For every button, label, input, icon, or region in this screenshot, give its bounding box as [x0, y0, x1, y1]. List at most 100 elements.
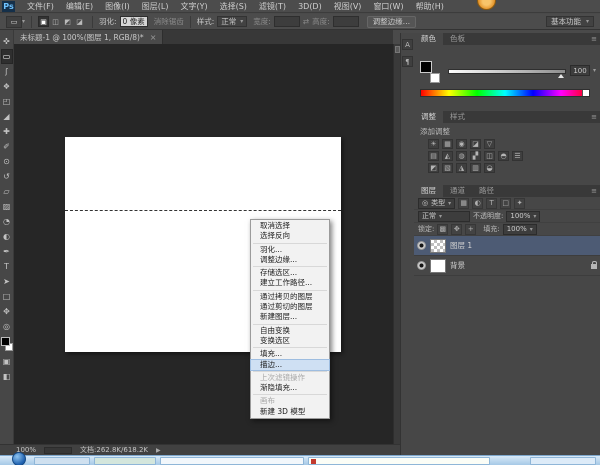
blend-mode-select[interactable]: 正常 ▾ [418, 211, 470, 222]
layer-filter-type-select[interactable]: ◎ 类型 ▾ [418, 198, 455, 209]
color-spectrum-ramp[interactable] [420, 89, 590, 97]
menu-filter[interactable]: 滤镜(T) [253, 0, 292, 13]
taskbar-button[interactable] [308, 457, 490, 465]
panel-menu-icon[interactable]: ≡ [591, 113, 597, 121]
menu-layer[interactable]: 图层(L) [136, 0, 175, 13]
menu-3d[interactable]: 3D(D) [292, 0, 328, 13]
tab-swatches[interactable]: 色板 [443, 33, 472, 45]
layer-thumbnail[interactable] [430, 239, 446, 253]
eyedropper-tool[interactable]: ◢ [1, 109, 13, 124]
screen-mode-button[interactable]: ◧ [1, 369, 13, 384]
context-item-new-layer[interactable]: 新建图层... [251, 312, 329, 322]
rectangle-tool[interactable]: □ [1, 289, 13, 304]
status-arrow-icon[interactable]: ▶ [156, 447, 161, 454]
document-tab[interactable]: 未标题-1 @ 100%(图层 1, RGB/8)* × [14, 30, 163, 44]
fill-input[interactable]: 100% ▾ [503, 224, 537, 235]
context-item-save-selection[interactable]: 存储选区... [251, 268, 329, 278]
layer-row-background[interactable]: 背景 [414, 256, 600, 276]
intersect-selection-mode-icon[interactable]: ◪ [74, 16, 85, 27]
curves-icon[interactable]: ◉ [456, 139, 467, 149]
tab-layers[interactable]: 图层 [414, 185, 443, 197]
refine-edge-button[interactable]: 调整边缘… [367, 16, 417, 28]
tab-paths[interactable]: 路径 [472, 185, 501, 197]
taskbar-button[interactable] [530, 457, 596, 465]
quick-mask-mode-button[interactable]: ▣ [1, 354, 13, 369]
color-balance-icon[interactable]: ◭ [442, 151, 453, 161]
start-button[interactable] [12, 452, 26, 465]
filter-smart-objects-icon[interactable]: ✦ [514, 198, 525, 209]
menu-view[interactable]: 视图(V) [328, 0, 368, 13]
subtract-selection-mode-icon[interactable]: ◩ [62, 16, 73, 27]
history-brush-tool[interactable]: ↺ [1, 169, 13, 184]
eraser-tool[interactable]: ▱ [1, 184, 13, 199]
channel-mixer-icon[interactable]: ◫ [484, 151, 495, 161]
menu-image[interactable]: 图像(I) [99, 0, 136, 13]
menu-file[interactable]: 文件(F) [21, 0, 60, 13]
new-selection-mode-icon[interactable]: ▣ [38, 16, 49, 27]
panel-menu-icon[interactable]: ≡ [591, 35, 597, 43]
exposure-icon[interactable]: ◪ [470, 139, 481, 149]
quick-selection-tool[interactable]: ❖ [1, 79, 13, 94]
black-white-icon[interactable]: ◍ [456, 151, 467, 161]
visibility-eye-icon[interactable] [417, 261, 426, 270]
tab-color[interactable]: 颜色 [414, 33, 443, 45]
context-item-fade-fill[interactable]: 渐隐填充... [251, 383, 329, 393]
context-item-free-transform[interactable]: 自由变换 [251, 326, 329, 336]
color-slider-handle-icon[interactable] [558, 74, 564, 78]
zoom-tool[interactable]: ◎ [1, 319, 13, 334]
context-item-layer-via-cut[interactable]: 通过剪切的图层 [251, 302, 329, 312]
menu-window[interactable]: 窗口(W) [367, 0, 409, 13]
anti-alias-checkbox[interactable]: 消除锯齿 [154, 16, 184, 27]
context-item-select-inverse[interactable]: 选择反向 [251, 231, 329, 241]
vibrance-icon[interactable]: ▽ [484, 139, 495, 149]
tool-preset-icon[interactable]: ▭ [6, 16, 22, 28]
color-lookup-icon[interactable]: ◓ [498, 151, 509, 161]
tab-styles[interactable]: 样式 [443, 111, 472, 123]
layer-name[interactable]: 背景 [450, 260, 465, 271]
filter-shape-layers-icon[interactable]: □ [500, 198, 511, 209]
taskbar-button[interactable] [34, 457, 90, 465]
threshold-icon[interactable]: ▧ [442, 163, 453, 173]
workspace-switcher[interactable]: 基本功能▾ [546, 16, 594, 27]
filter-pixel-layers-icon[interactable]: ▦ [458, 198, 469, 209]
swap-dimensions-icon[interactable]: ⇄ [303, 17, 309, 26]
brightness-contrast-icon[interactable]: ☀ [428, 139, 439, 149]
crop-tool[interactable]: ◰ [1, 94, 13, 109]
panel-menu-icon[interactable]: ≡ [591, 187, 597, 195]
taskbar-button[interactable] [94, 457, 156, 465]
dodge-tool[interactable]: ◐ [1, 229, 13, 244]
levels-icon[interactable]: ▦ [442, 139, 453, 149]
foreground-background-swatches[interactable] [1, 337, 13, 351]
gradient-tool[interactable]: ▨ [1, 199, 13, 214]
adjustment-extra-icon[interactable]: ◒ [484, 163, 495, 173]
healing-brush-tool[interactable]: ✚ [1, 124, 13, 139]
feather-input[interactable]: 0 像素 [120, 16, 148, 27]
brush-tool[interactable]: ✐ [1, 139, 13, 154]
context-item-feather[interactable]: 羽化... [251, 245, 329, 255]
background-color-swatch[interactable] [430, 73, 440, 83]
taskbar-button[interactable] [160, 457, 304, 465]
menu-type[interactable]: 文字(Y) [174, 0, 213, 13]
clone-stamp-tool[interactable]: ⊙ [1, 154, 13, 169]
visibility-eye-icon[interactable] [417, 241, 426, 250]
context-item-stroke[interactable]: 描边... [251, 360, 329, 370]
invert-icon[interactable]: ☰ [512, 151, 523, 161]
width-input[interactable] [274, 16, 300, 27]
menu-help[interactable]: 帮助(H) [410, 0, 450, 13]
lasso-tool[interactable]: ʃ [1, 64, 13, 79]
context-item-fill[interactable]: 填充... [251, 349, 329, 359]
opacity-input[interactable]: 100% ▾ [506, 211, 540, 222]
type-tool[interactable]: T [1, 259, 13, 274]
foreground-color-swatch[interactable] [420, 61, 432, 73]
hue-saturation-icon[interactable]: ▤ [428, 151, 439, 161]
canvas-area[interactable] [14, 44, 393, 444]
context-item-make-work-path[interactable]: 建立工作路径... [251, 278, 329, 288]
posterize-icon[interactable]: ◩ [428, 163, 439, 173]
menu-edit[interactable]: 编辑(E) [60, 0, 99, 13]
color-slider-value[interactable]: 100 [570, 65, 590, 76]
color-panel-swatches[interactable] [420, 61, 440, 83]
context-item-refine-edge[interactable]: 调整边缘... [251, 255, 329, 265]
layer-thumbnail[interactable] [430, 259, 446, 273]
rectangular-marquee-tool[interactable]: ▭ [1, 49, 13, 64]
white-color-chip[interactable] [582, 90, 589, 96]
